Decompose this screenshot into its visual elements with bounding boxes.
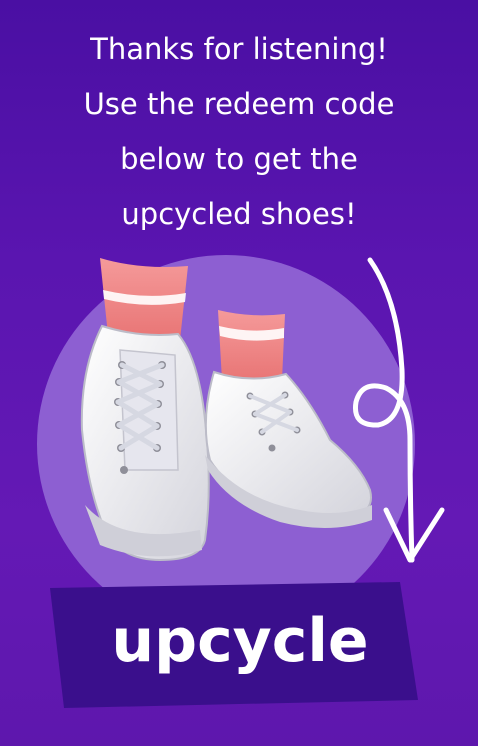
redeem-code: upcycle <box>111 606 369 676</box>
